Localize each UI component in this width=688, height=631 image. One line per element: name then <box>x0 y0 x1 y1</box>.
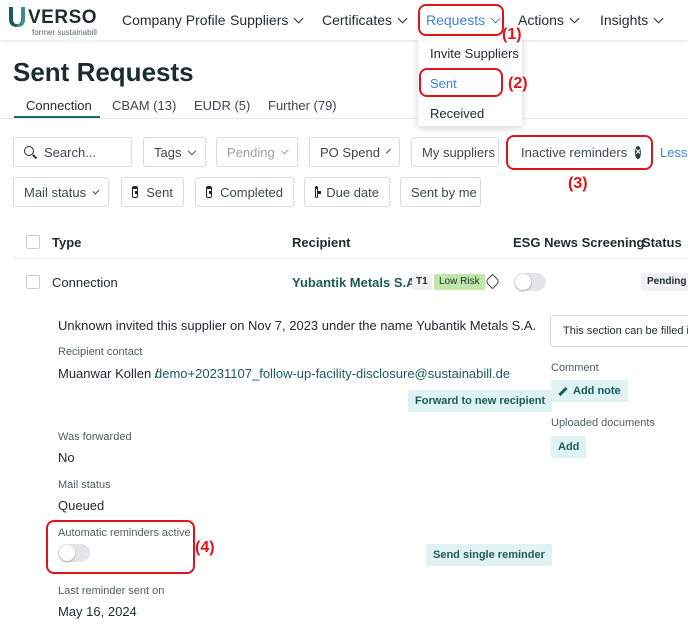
chevron-down-icon <box>188 146 197 155</box>
nav-suppliers[interactable]: Suppliers <box>230 12 304 28</box>
column-header-esg[interactable]: ESG News Screening <box>513 235 645 250</box>
filter-label: Due date <box>326 184 379 200</box>
chevron-down-icon <box>386 148 391 153</box>
last-reminder-label: Last reminder sent on <box>58 585 165 597</box>
filter-label: Mail status <box>24 184 87 200</box>
column-header-type[interactable]: Type <box>52 235 81 250</box>
filter-label: My suppliers <box>422 144 495 160</box>
mail-status-label: Mail status <box>58 479 111 491</box>
uploaded-docs-label: Uploaded documents <box>551 417 655 429</box>
chevron-down-icon <box>281 146 289 155</box>
calendar-icon <box>315 186 322 198</box>
esg-screening-toggle[interactable] <box>514 273 546 291</box>
contact-email-link[interactable]: demo+20231107_follow-up-facility-disclos… <box>155 366 510 381</box>
invite-description: Unknown invited this supplier on Nov 7, … <box>58 318 537 333</box>
due-date-filter[interactable]: Due date <box>304 177 390 207</box>
last-reminder-value: May 16, 2024 <box>58 604 137 619</box>
mail-status-value: Queued <box>58 498 105 513</box>
add-note-label: Add note <box>573 385 621 397</box>
calendar-icon <box>206 186 213 198</box>
filter-label: Sent by me <box>411 184 477 200</box>
annotation-label: (2) <box>508 75 528 92</box>
annotation-label: (4) <box>195 539 215 556</box>
nav-label: Insights <box>600 12 649 28</box>
nav-certificates[interactable]: Certificates <box>322 12 408 28</box>
my-suppliers-filter[interactable]: My suppliers <box>411 137 499 167</box>
select-all-checkbox[interactable] <box>26 235 40 249</box>
highlight-box <box>419 68 503 97</box>
page-title: Sent Requests <box>13 57 194 87</box>
filter-label: Sent <box>146 184 173 200</box>
nav-label: Actions <box>518 12 564 28</box>
contact-name: Muanwar Kollen / <box>58 366 159 381</box>
comment-label: Comment <box>551 362 599 374</box>
search-placeholder: Search... <box>44 144 97 160</box>
verso-logo-icon <box>9 7 25 27</box>
tab-connection[interactable]: Connection <box>26 98 92 113</box>
annotation-label: (3) <box>568 175 588 192</box>
filter-label: Completed <box>220 184 283 200</box>
add-document-button[interactable]: Add <box>551 436 587 458</box>
recipient-contact-label: Recipient contact <box>58 346 143 358</box>
filter-label: Pending <box>227 144 275 160</box>
chevron-down-icon <box>569 13 580 23</box>
header-divider <box>14 258 688 259</box>
sent-by-me-filter[interactable]: Sent by me <box>400 177 481 207</box>
nav-label: Certificates <box>322 12 393 28</box>
recipient-name-link[interactable]: Yubantik Metals S.A. <box>292 275 419 290</box>
pending-filter[interactable]: Pending <box>216 137 298 167</box>
search-icon <box>24 146 36 158</box>
brand-name: VERSO <box>28 7 98 28</box>
chevron-down-icon <box>92 187 100 194</box>
was-forwarded-value: No <box>58 450 75 465</box>
nav-company-profile[interactable]: Company Profile <box>122 12 226 28</box>
chevron-down-icon <box>293 13 304 23</box>
annotation-label: (1) <box>502 26 522 43</box>
nav-insights[interactable]: Insights <box>600 12 664 28</box>
highlight-box <box>418 4 504 36</box>
risk-badge: Low Risk <box>434 274 485 290</box>
tab-eudr[interactable]: EUDR (5) <box>194 98 250 113</box>
search-input[interactable]: Search... <box>13 137 132 167</box>
completed-date-filter[interactable]: Completed <box>195 177 294 207</box>
sent-date-filter[interactable]: Sent <box>121 177 184 207</box>
section-info-box: This section can be filled in <box>550 315 688 347</box>
filter-label: PO Spend <box>320 144 380 160</box>
po-spend-filter[interactable]: PO Spend <box>309 137 400 167</box>
brand-tagline: former sustainabill <box>32 28 97 37</box>
section-note-text: This section can be filled in <box>563 325 688 337</box>
highlight-box <box>46 520 195 574</box>
calendar-icon <box>132 186 139 198</box>
tabs-divider <box>0 118 688 119</box>
filter-label: Tags <box>154 144 182 160</box>
was-forwarded-label: Was forwarded <box>58 431 132 443</box>
tier-badge: T1 <box>412 274 432 290</box>
status-badge: Pending <box>641 273 688 291</box>
tags-filter[interactable]: Tags <box>143 137 206 167</box>
menu-item-invite-suppliers[interactable]: Invite Suppliers <box>430 46 519 61</box>
nav-actions[interactable]: Actions <box>518 12 580 28</box>
pencil-icon <box>558 386 568 396</box>
tab-further[interactable]: Further (79) <box>268 98 337 113</box>
menu-item-received[interactable]: Received <box>430 106 484 121</box>
top-navigation: VERSO former sustainabill Company Profil… <box>0 0 688 40</box>
nav-label: Suppliers <box>230 12 289 28</box>
column-header-status[interactable]: Status <box>642 235 682 250</box>
less-filters-link[interactable]: Less <box>660 145 687 160</box>
tag-icon[interactable] <box>484 273 501 290</box>
add-note-button[interactable]: Add note <box>551 380 628 402</box>
row-checkbox[interactable] <box>26 275 40 289</box>
mail-status-filter[interactable]: Mail status <box>13 177 109 207</box>
forward-recipient-button[interactable]: Forward to new recipient <box>408 390 553 412</box>
tab-cbam[interactable]: CBAM (13) <box>112 98 176 113</box>
row-type: Connection <box>52 275 118 290</box>
nav-label: Company Profile <box>122 12 226 28</box>
chevron-down-icon <box>397 13 408 23</box>
chevron-down-icon <box>653 13 664 23</box>
send-single-reminder-button[interactable]: Send single reminder <box>426 544 552 566</box>
column-header-recipient[interactable]: Recipient <box>292 235 351 250</box>
highlight-box <box>506 135 653 170</box>
